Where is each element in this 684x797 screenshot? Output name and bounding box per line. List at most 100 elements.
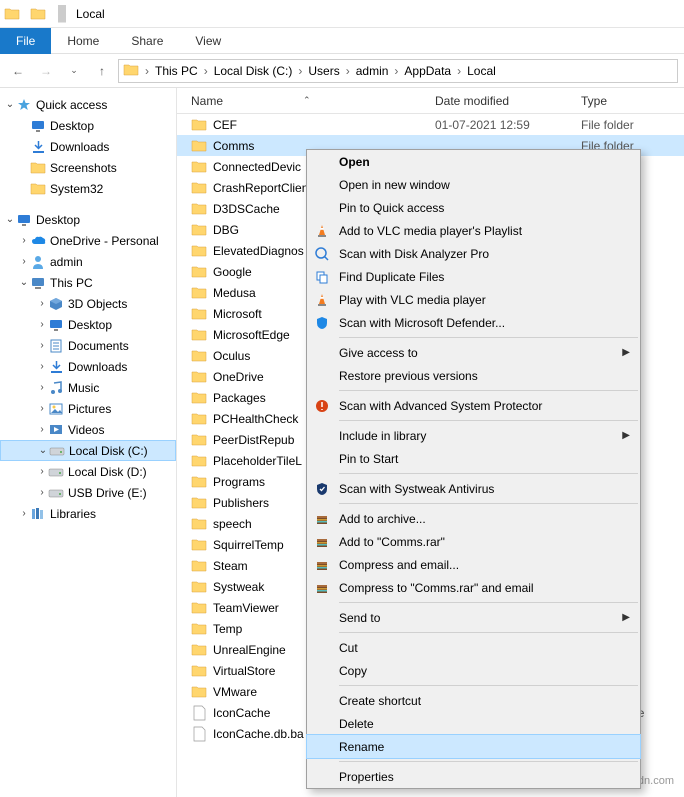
tree-drive-item[interactable]: ›Local Disk (D:) xyxy=(0,461,176,482)
tab-share[interactable]: Share xyxy=(115,29,179,53)
asp-icon xyxy=(313,397,331,415)
forward-button[interactable]: → xyxy=(34,59,58,83)
menu-item[interactable]: Find Duplicate Files xyxy=(307,265,640,288)
menu-item[interactable]: Play with VLC media player xyxy=(307,288,640,311)
tab-home[interactable]: Home xyxy=(51,29,115,53)
tree-thispc[interactable]: ⌄ This PC xyxy=(0,272,176,293)
file-name: Steam xyxy=(213,559,248,573)
qat-explorer-icon[interactable] xyxy=(28,4,48,24)
file-name: Programs xyxy=(213,475,265,489)
caret-icon[interactable]: ⌄ xyxy=(18,277,30,288)
tree-pc-item[interactable]: ›Desktop xyxy=(0,314,176,335)
up-button[interactable]: ↑ xyxy=(90,59,114,83)
caret-icon[interactable]: ⌄ xyxy=(4,99,16,110)
menu-item[interactable]: Pin to Start xyxy=(307,447,640,470)
tree-label: This PC xyxy=(50,276,93,290)
caret-icon[interactable]: › xyxy=(18,256,30,267)
column-date[interactable]: Date modified xyxy=(435,94,581,108)
app-icon xyxy=(4,6,20,22)
file-date: 01-07-2021 12:59 xyxy=(435,118,581,132)
menu-item[interactable]: Add to VLC media player's Playlist xyxy=(307,219,640,242)
chevron-icon[interactable]: › xyxy=(202,64,210,78)
tree-pc-item[interactable]: ›Documents xyxy=(0,335,176,356)
tree-desktop-root[interactable]: ⌄ Desktop xyxy=(0,209,176,230)
folder-icon xyxy=(191,621,207,637)
breadcrumb[interactable]: › This PC › Local Disk (C:) › Users › ad… xyxy=(118,59,678,83)
menu-item[interactable]: Cut xyxy=(307,636,640,659)
menu-item[interactable]: Send to▶ xyxy=(307,606,640,629)
menu-item[interactable]: Open in new window xyxy=(307,173,640,196)
recent-dropdown[interactable]: ⌄ xyxy=(62,59,86,83)
crumb-appdata[interactable]: AppData xyxy=(400,64,455,78)
crumb-drive[interactable]: Local Disk (C:) xyxy=(210,64,297,78)
tree-pc-item[interactable]: ›Downloads xyxy=(0,356,176,377)
tree-libraries[interactable]: › Libraries xyxy=(0,503,176,524)
chevron-icon[interactable]: › xyxy=(344,64,352,78)
menu-item[interactable]: Scan with Disk Analyzer Pro xyxy=(307,242,640,265)
item-icon xyxy=(48,359,64,375)
chevron-icon[interactable]: › xyxy=(143,64,151,78)
item-icon xyxy=(48,401,64,417)
crumb-local[interactable]: Local xyxy=(463,64,500,78)
user-icon xyxy=(30,254,46,270)
menu-item[interactable]: Properties xyxy=(307,765,640,788)
file-row[interactable]: CEF01-07-2021 12:59File folder xyxy=(177,114,684,135)
tree-qa-item[interactable]: Downloads xyxy=(0,136,176,157)
ribbon: File Home Share View xyxy=(0,28,684,54)
menu-item[interactable]: Include in library▶ xyxy=(307,424,640,447)
tab-view[interactable]: View xyxy=(179,29,237,53)
tree-drive-item[interactable]: ›USB Drive (E:) xyxy=(0,482,176,503)
menu-item[interactable]: Create shortcut xyxy=(307,689,640,712)
tree-label: OneDrive - Personal xyxy=(50,234,159,248)
menu-item[interactable]: Open xyxy=(307,150,640,173)
winrar-icon xyxy=(313,556,331,574)
menu-item[interactable]: Rename xyxy=(306,734,641,759)
column-type[interactable]: Type xyxy=(581,94,684,108)
chevron-icon[interactable]: › xyxy=(392,64,400,78)
tree-drive-item[interactable]: ⌄Local Disk (C:) xyxy=(0,440,176,461)
menu-separator xyxy=(339,602,638,603)
crumb-users[interactable]: Users xyxy=(304,64,343,78)
tree-qa-item[interactable]: System32 xyxy=(0,178,176,199)
menu-item[interactable]: Copy xyxy=(307,659,640,682)
caret-icon[interactable]: › xyxy=(18,508,30,519)
menu-item[interactable]: Give access to▶ xyxy=(307,341,640,364)
item-icon xyxy=(30,139,46,155)
tree-qa-item[interactable]: Screenshots xyxy=(0,157,176,178)
menu-item[interactable]: Scan with Systweak Antivirus xyxy=(307,477,640,500)
menu-item[interactable]: Add to archive... xyxy=(307,507,640,530)
back-button[interactable]: ← xyxy=(6,59,30,83)
menu-item[interactable]: Compress to "Comms.rar" and email xyxy=(307,576,640,599)
chevron-icon[interactable]: › xyxy=(455,64,463,78)
tree-pc-item[interactable]: ›3D Objects xyxy=(0,293,176,314)
tree-pc-item[interactable]: ›Music xyxy=(0,377,176,398)
crumb-admin[interactable]: admin xyxy=(352,64,393,78)
menu-item[interactable]: Restore previous versions xyxy=(307,364,640,387)
column-name[interactable]: Name⌃ xyxy=(177,94,435,108)
tree-pc-item[interactable]: ›Pictures xyxy=(0,398,176,419)
menu-item[interactable]: Scan with Advanced System Protector xyxy=(307,394,640,417)
context-menu: OpenOpen in new windowPin to Quick acces… xyxy=(306,149,641,789)
tree-onedrive[interactable]: › OneDrive - Personal xyxy=(0,230,176,251)
menu-separator xyxy=(339,685,638,686)
file-tab[interactable]: File xyxy=(0,28,51,54)
caret-icon[interactable]: › xyxy=(18,235,30,246)
tree-qa-item[interactable]: Desktop xyxy=(0,115,176,136)
menu-item[interactable]: Pin to Quick access xyxy=(307,196,640,219)
menu-item[interactable]: Scan with Microsoft Defender... xyxy=(307,311,640,334)
folder-icon xyxy=(191,579,207,595)
folder-icon xyxy=(191,453,207,469)
tree-quick-access[interactable]: ⌄ Quick access xyxy=(0,94,176,115)
file-name: UnrealEngine xyxy=(213,643,286,657)
menu-label: Add to archive... xyxy=(339,512,426,526)
caret-icon[interactable]: ⌄ xyxy=(4,214,16,225)
tree-pc-item[interactable]: ›Videos xyxy=(0,419,176,440)
crumb-thispc[interactable]: This PC xyxy=(151,64,202,78)
chevron-icon[interactable]: › xyxy=(296,64,304,78)
menu-item[interactable]: Compress and email... xyxy=(307,553,640,576)
menu-item[interactable]: Delete xyxy=(307,712,640,735)
tree-admin[interactable]: › admin xyxy=(0,251,176,272)
menu-item[interactable]: Add to "Comms.rar" xyxy=(307,530,640,553)
menu-label: Send to xyxy=(339,611,380,625)
tree-label: Desktop xyxy=(68,318,112,332)
